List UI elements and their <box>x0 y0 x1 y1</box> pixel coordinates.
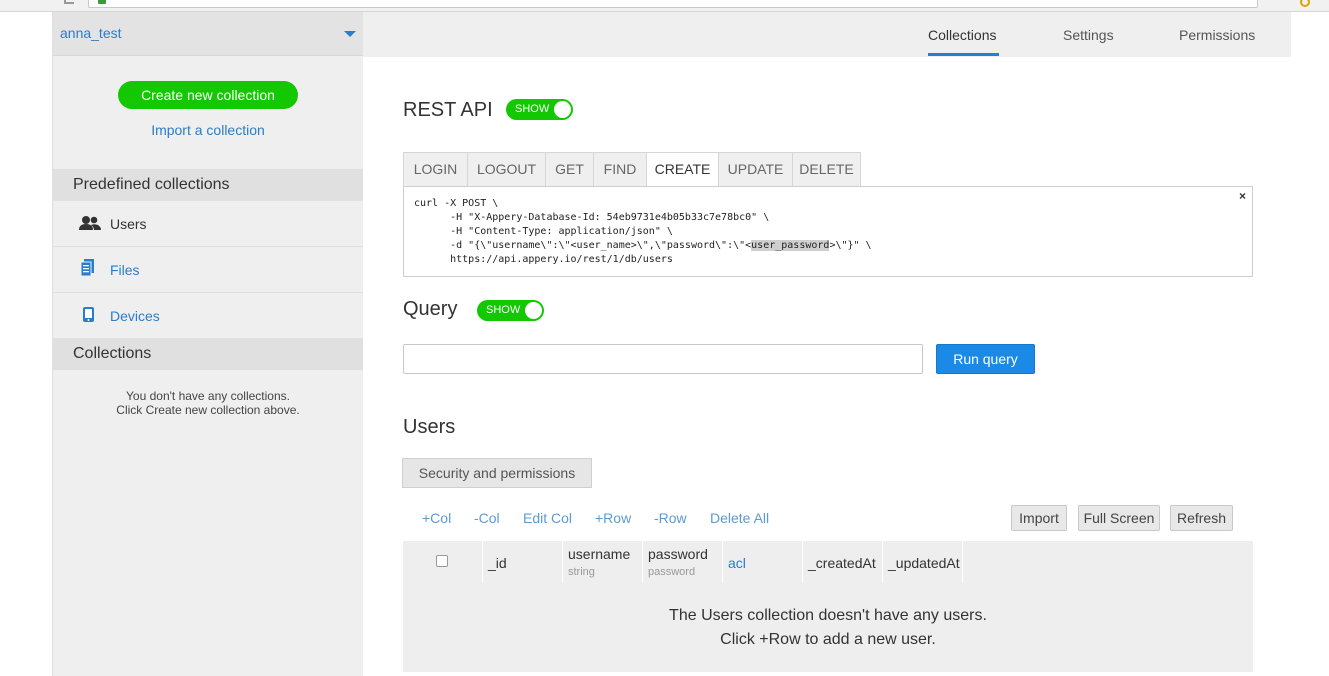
caret-down-icon[interactable] <box>344 31 356 37</box>
tab-get[interactable]: GET <box>545 152 593 187</box>
add-row-button[interactable]: +Row <box>595 510 631 526</box>
toggle-label: SHOW <box>486 304 521 316</box>
browser-chrome <box>0 0 1329 12</box>
close-icon[interactable]: × <box>1239 189 1246 203</box>
code-line-5: https://api.appery.io/rest/1/db/users <box>414 254 673 265</box>
empty-collection-message: The Users collection doesn't have any us… <box>403 604 1253 652</box>
toggle-label: SHOW <box>515 103 550 115</box>
users-icon <box>79 215 101 233</box>
column-header[interactable]: acl <box>723 541 803 583</box>
sidebar-item-label: Users <box>110 216 147 232</box>
empty-message-line-2: Click +Row to add a new user. <box>720 631 936 648</box>
code-line-2: -H "X-Appery-Database-Id: 54eb9731e4b05b… <box>414 212 770 223</box>
full-screen-button[interactable]: Full Screen <box>1078 505 1160 531</box>
no-collections-line-2: Click Create new collection above. <box>116 403 300 417</box>
add-column-button[interactable]: +Col <box>422 510 451 526</box>
toggle-knob <box>554 101 571 118</box>
query-input[interactable] <box>403 344 923 374</box>
data-grid: _id username string password password ac… <box>403 541 1253 672</box>
database-name: anna_test <box>60 25 122 41</box>
column-header[interactable]: _createdAt <box>803 541 883 583</box>
predefined-collections-heading: Predefined collections <box>53 169 363 201</box>
browser-extension-icon[interactable] <box>1300 0 1310 7</box>
no-collections-message: You don't have any collections. Click Cr… <box>53 389 363 417</box>
secure-lock-icon <box>98 0 106 4</box>
column-header[interactable]: password password <box>643 541 723 583</box>
code-block: curl -X POST \ -H "X-Appery-Database-Id:… <box>414 197 1242 267</box>
code-line-3: -H "Content-Type: application/json" \ <box>414 226 673 237</box>
no-collections-line-1: You don't have any collections. <box>126 389 290 403</box>
query-title: Query <box>403 298 458 320</box>
refresh-button[interactable]: Refresh <box>1170 505 1233 531</box>
select-all-column <box>403 541 483 583</box>
code-line-4: -d "{\"username\":\"<user_name>\",\"pass… <box>414 240 752 251</box>
column-type: string <box>568 566 595 578</box>
column-name: _createdAt <box>808 555 876 571</box>
sidebar-item-label: Files <box>110 262 140 278</box>
collection-title: Users <box>403 416 456 438</box>
column-type: password <box>648 566 696 578</box>
empty-message-line-1: The Users collection doesn't have any us… <box>669 607 987 624</box>
tab-delete[interactable]: DELETE <box>792 152 861 187</box>
tab-create[interactable]: CREATE <box>646 152 718 188</box>
column-header[interactable]: username string <box>563 541 643 583</box>
address-bar[interactable] <box>88 0 1258 8</box>
column-name: _id <box>488 555 507 571</box>
column-name: _updatedAt <box>888 555 960 571</box>
toggle-knob <box>525 302 542 319</box>
main-panel: Collections Settings Permissions REST AP… <box>363 12 1291 676</box>
select-all-checkbox[interactable] <box>436 555 448 567</box>
tab-update[interactable]: UPDATE <box>718 152 792 187</box>
column-name: password <box>648 546 708 562</box>
tab-login[interactable]: LOGIN <box>403 152 467 187</box>
sidebar-item-files[interactable]: Files <box>53 247 363 293</box>
security-permissions-button[interactable]: Security and permissions <box>402 458 592 488</box>
remove-row-button[interactable]: -Row <box>654 510 687 526</box>
sidebar-item-devices[interactable]: Devices <box>53 293 363 339</box>
tab-settings[interactable]: Settings <box>1063 27 1114 43</box>
sidebar-item-users[interactable]: Users <box>53 201 363 247</box>
query-show-toggle[interactable]: SHOW <box>477 300 544 321</box>
code-selection: user_password <box>751 240 830 251</box>
rest-api-code-sample[interactable]: curl -X POST \ -H "X-Appery-Database-Id:… <box>403 186 1253 277</box>
create-collection-button[interactable]: Create new collection <box>118 81 298 109</box>
import-collection-link[interactable]: Import a collection <box>53 122 363 138</box>
import-button[interactable]: Import <box>1011 505 1067 531</box>
tab-permissions[interactable]: Permissions <box>1179 27 1255 43</box>
code-line-4-end: >\"}" \ <box>829 240 872 251</box>
remove-column-button[interactable]: -Col <box>474 510 500 526</box>
rest-api-title: REST API <box>403 99 493 121</box>
devices-icon <box>83 307 105 325</box>
tab-collections[interactable]: Collections <box>928 27 996 43</box>
tab-find[interactable]: FIND <box>593 152 646 187</box>
sidebar-item-label: Devices <box>110 308 160 324</box>
top-navigation: Collections Settings Permissions <box>363 12 1291 57</box>
run-query-button[interactable]: Run query <box>936 344 1035 374</box>
rest-api-show-toggle[interactable]: SHOW <box>506 99 573 120</box>
active-tab-indicator <box>928 53 999 56</box>
files-icon <box>80 259 103 277</box>
edit-column-button[interactable]: Edit Col <box>523 510 572 526</box>
sidebar: anna_test Create new collection Import a… <box>53 12 363 676</box>
column-header[interactable]: _id <box>483 541 563 583</box>
app-window: anna_test Create new collection Import a… <box>52 12 1291 676</box>
delete-all-button[interactable]: Delete All <box>710 510 769 526</box>
database-selector[interactable]: anna_test <box>53 12 363 56</box>
column-name: username <box>568 546 631 562</box>
back-icon[interactable] <box>64 0 74 4</box>
column-header[interactable]: _updatedAt <box>883 541 963 583</box>
tab-logout[interactable]: LOGOUT <box>467 152 545 187</box>
collections-heading: Collections <box>53 338 363 370</box>
column-name[interactable]: acl <box>728 555 746 571</box>
code-line-1: curl -X POST \ <box>414 198 499 209</box>
